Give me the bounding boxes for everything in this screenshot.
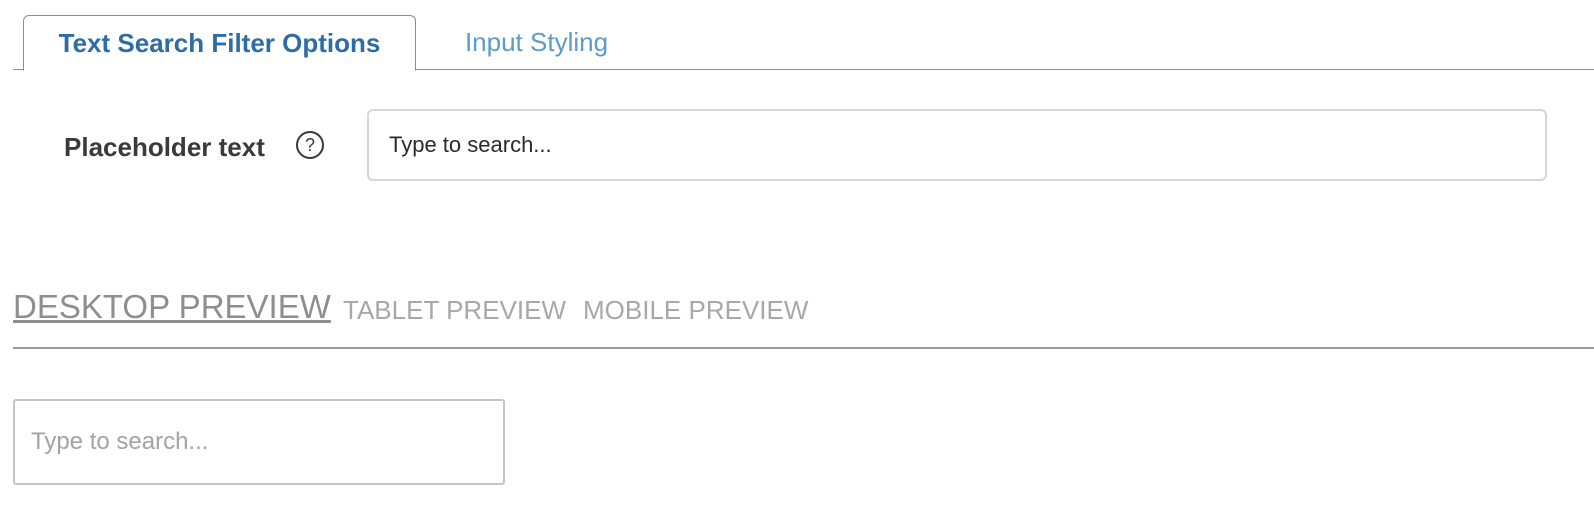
settings-tabs: Text Search Filter Options Input Styling bbox=[13, 0, 1594, 71]
placeholder-text-input[interactable] bbox=[367, 109, 1547, 181]
question-circle-icon[interactable]: ? bbox=[296, 131, 324, 159]
tab-text-search-filter-options[interactable]: Text Search Filter Options bbox=[23, 15, 416, 71]
preview-search-input[interactable] bbox=[13, 399, 505, 485]
tab-desktop-preview[interactable]: DESKTOP PREVIEW bbox=[13, 288, 331, 326]
tab-mobile-preview[interactable]: MOBILE PREVIEW bbox=[583, 295, 808, 326]
tab-input-styling[interactable]: Input Styling bbox=[436, 15, 637, 70]
tab-tablet-preview[interactable]: TABLET PREVIEW bbox=[343, 295, 566, 326]
preview-divider bbox=[13, 347, 1594, 349]
help-glyph: ? bbox=[304, 134, 315, 155]
settings-page: Text Search Filter Options Input Styling… bbox=[0, 0, 1594, 506]
preview-tabs: DESKTOP PREVIEW TABLET PREVIEW MOBILE PR… bbox=[13, 280, 1594, 350]
placeholder-text-label: Placeholder text bbox=[64, 132, 265, 162]
